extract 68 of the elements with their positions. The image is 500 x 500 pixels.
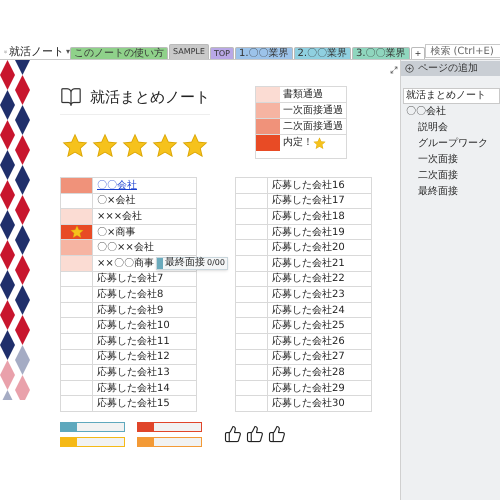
thumbs-up-icon <box>224 425 242 444</box>
tag-color-bar <box>157 258 163 269</box>
company-name: 応募した会社24 <box>271 304 345 318</box>
company-name: 応募した会社9 <box>96 304 164 318</box>
page-list-item[interactable]: 二次面接 <box>415 168 500 184</box>
page-list-item[interactable]: 〇〇会社 <box>403 104 500 120</box>
dropdown-caret[interactable]: ▾ <box>66 48 70 56</box>
company-name: 応募した会社23 <box>271 288 345 302</box>
tag-label: 最終面接 <box>165 258 205 268</box>
expand-icon[interactable] <box>390 66 398 74</box>
company-name: 〇〇××会社 <box>96 240 154 256</box>
add-page-button[interactable]: ページの追加 <box>401 61 500 76</box>
company-link[interactable]: 〇〇会社 <box>93 178 137 193</box>
section-tab[interactable]: このノートの使い方 <box>70 47 168 59</box>
company-name: 応募した会社11 <box>96 334 170 349</box>
company-name: 応募した会社20 <box>271 240 345 256</box>
page-list-item[interactable]: 就活まとめノート <box>403 88 500 104</box>
search-field[interactable]: 検索 (Ctrl+E) <box>425 44 500 58</box>
company-name: 応募した会社27 <box>271 350 345 364</box>
section-tab[interactable]: TOP <box>210 47 234 59</box>
company-name: 〇×商事 <box>96 226 136 240</box>
section-tab[interactable]: SAMPLE <box>169 44 209 59</box>
company-name: 応募した会社22 <box>271 272 345 286</box>
company-name: 応募した会社12 <box>96 350 170 364</box>
company-name: 応募した会社18 <box>271 210 345 224</box>
page-list-item[interactable]: 最終面接 <box>415 184 500 200</box>
company-name: 応募した会社17 <box>271 194 345 208</box>
notebook-title[interactable]: 就活ノート <box>8 46 64 57</box>
company-name: 応募した会社21 <box>271 256 345 271</box>
company-name: 応募した会社19 <box>271 226 345 240</box>
thumbs-up-icon <box>246 425 264 444</box>
thumbs-up-icon <box>268 425 286 444</box>
company-name: 応募した会社8 <box>96 288 164 302</box>
star-icon <box>62 133 88 159</box>
star-icon <box>70 225 84 240</box>
company-name: 応募した会社30 <box>271 396 345 412</box>
company-name: 応募した会社25 <box>271 318 345 334</box>
section-tab[interactable]: 3.〇〇業界 <box>352 47 410 59</box>
star-icon <box>122 133 148 159</box>
section-tab[interactable]: 2.〇〇業界 <box>294 47 352 59</box>
company-name: 応募した会社16 <box>271 178 345 193</box>
legend-label: 書類通過 <box>282 88 323 102</box>
company-name: ×××会社 <box>96 210 142 224</box>
star-icon <box>182 133 208 159</box>
company-name: ××〇〇商事 <box>96 256 154 271</box>
star-icon <box>92 133 118 159</box>
legend-label: 二次面接通過 <box>282 120 343 134</box>
section-tab[interactable]: + <box>410 47 426 59</box>
page-list-item[interactable]: 一次面接 <box>415 152 500 168</box>
tag-value: 0/00 <box>207 259 225 268</box>
company-name: 応募した会社15 <box>96 396 170 412</box>
add-icon <box>405 64 414 73</box>
company-name: 応募した会社29 <box>271 382 345 396</box>
company-name: 応募した会社7 <box>96 272 164 286</box>
company-name: 応募した会社10 <box>96 318 170 334</box>
star-icon <box>152 133 178 159</box>
star-icon <box>313 136 326 150</box>
legend-label: 内定！ <box>282 136 313 150</box>
page-title: 就活まとめノート <box>90 86 210 108</box>
company-name: 応募した会社13 <box>96 366 170 380</box>
section-tab[interactable]: 1.〇〇業界 <box>234 47 292 59</box>
company-name: 応募した会社28 <box>271 366 345 380</box>
company-name: 応募した会社14 <box>96 382 170 396</box>
company-name: 応募した会社26 <box>271 334 345 349</box>
page-list-item[interactable]: グループワーク <box>415 136 500 152</box>
company-name: 〇×会社 <box>96 194 136 208</box>
page-list-item[interactable]: 説明会 <box>415 120 500 136</box>
legend-label: 一次面接通過 <box>282 104 343 118</box>
